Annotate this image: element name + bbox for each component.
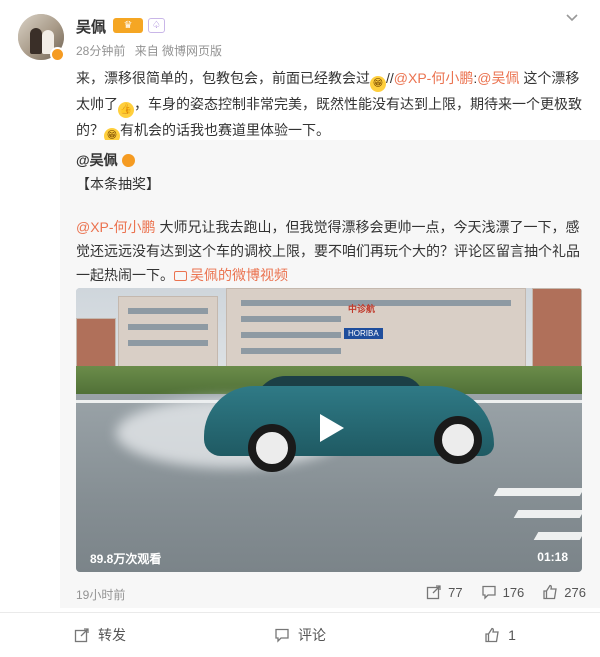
video-window	[128, 308, 208, 314]
video-link-label: 吴佩的微博视频	[190, 267, 288, 283]
level-badge-icon[interactable]: ♤	[148, 18, 165, 33]
repost-time[interactable]: 19小时前	[76, 586, 125, 603]
repost-author[interactable]: @吴佩	[76, 150, 135, 170]
view-count: 89.8万次观看	[90, 552, 162, 566]
member-crown-icon[interactable]: ♛	[113, 18, 143, 33]
post-text-segment: //	[386, 70, 394, 86]
like-label: 1	[508, 627, 516, 643]
video-link[interactable]: 吴佩的微博视频	[174, 267, 288, 283]
post-text-segment: 有机会的话我也赛道里体验一下。	[120, 122, 330, 138]
repost-button[interactable]: 转发	[0, 613, 200, 657]
road-marking	[493, 488, 582, 496]
comment-icon	[274, 627, 290, 643]
action-bar: 转发 评论 1	[0, 612, 600, 657]
verified-badge-icon	[121, 154, 135, 167]
comment-count: 176	[502, 584, 525, 600]
video-duration: 01:18	[537, 550, 568, 564]
comment-label: 评论	[298, 627, 326, 643]
car-wheel	[434, 416, 482, 464]
comment-button[interactable]: 评论	[200, 613, 400, 657]
comment-icon	[481, 584, 497, 600]
reposted-content[interactable]: @吴佩 【本条抽奖】 @XP-何小鹏 大师兄让我去跑山，但我觉得漂移会更帅一点，…	[60, 140, 600, 608]
post-text-segment: 来，漂移很简单的，包教包会，前面已经教会过	[76, 70, 370, 86]
author-name[interactable]: 吴佩	[76, 16, 106, 37]
repost-author-name[interactable]: @吴佩	[76, 152, 118, 168]
like-button[interactable]: 1	[400, 613, 600, 657]
comment-count-button[interactable]: 176	[481, 584, 525, 600]
video-player[interactable]: 中诊航 HORIBA 89.8万次观看 01:18	[76, 288, 582, 572]
video-window	[241, 316, 341, 322]
thumbs-up-emoji-icon: 👍	[118, 102, 134, 118]
repost-text: @XP-何小鹏 大师兄让我去跑山，但我觉得漂移会更帅一点，今天浅漂了一下，感觉还…	[76, 215, 586, 287]
car-wheel	[248, 424, 296, 472]
thumbs-up-icon	[484, 627, 500, 643]
chevron-down-icon[interactable]	[565, 10, 579, 26]
like-count: 276	[564, 584, 586, 600]
video-building	[532, 288, 582, 378]
road-marking	[533, 532, 582, 540]
building-sign: HORIBA	[344, 328, 383, 339]
lottery-tag: 【本条抽奖】	[76, 176, 160, 192]
weibo-post-card: 吴佩 ♛ ♤ 28分钟前 来自 微博网页版 来，漂移很简单的，包教包会，前面已经…	[0, 0, 600, 657]
mention-link[interactable]: @XP-何小鹏	[76, 219, 156, 235]
video-window	[241, 348, 341, 354]
grin-emoji-icon: 😁	[370, 76, 386, 92]
play-icon[interactable]	[312, 410, 348, 446]
verified-badge-icon	[50, 47, 65, 62]
repost-stats: 77 176 276	[426, 584, 586, 600]
video-icon	[174, 271, 187, 281]
thumbs-up-icon	[542, 584, 558, 600]
share-icon	[426, 584, 442, 600]
post-meta: 28分钟前 来自 微博网页版	[76, 42, 228, 59]
mention-link[interactable]: @XP-何小鹏	[394, 70, 474, 86]
like-count-button[interactable]: 276	[542, 584, 586, 600]
video-window	[128, 324, 208, 330]
repost-count-button[interactable]: 77	[426, 584, 463, 600]
video-window	[128, 340, 208, 346]
repost-label: 转发	[98, 627, 126, 643]
post-time[interactable]: 28分钟前	[76, 44, 125, 58]
post-text: 来，漂移很简单的，包教包会，前面已经教会过 😁//@XP-何小鹏:@吴佩 这个漂移…	[76, 66, 584, 144]
share-icon	[74, 627, 90, 643]
repost-count: 77	[448, 584, 463, 600]
avatar-figure	[30, 28, 42, 54]
post-source: 来自 微博网页版	[134, 44, 223, 58]
video-window	[241, 332, 341, 338]
road-marking	[513, 510, 582, 518]
building-sign: 中诊航	[348, 304, 376, 314]
video-window	[241, 300, 511, 306]
mention-link[interactable]: @吴佩	[477, 70, 519, 86]
